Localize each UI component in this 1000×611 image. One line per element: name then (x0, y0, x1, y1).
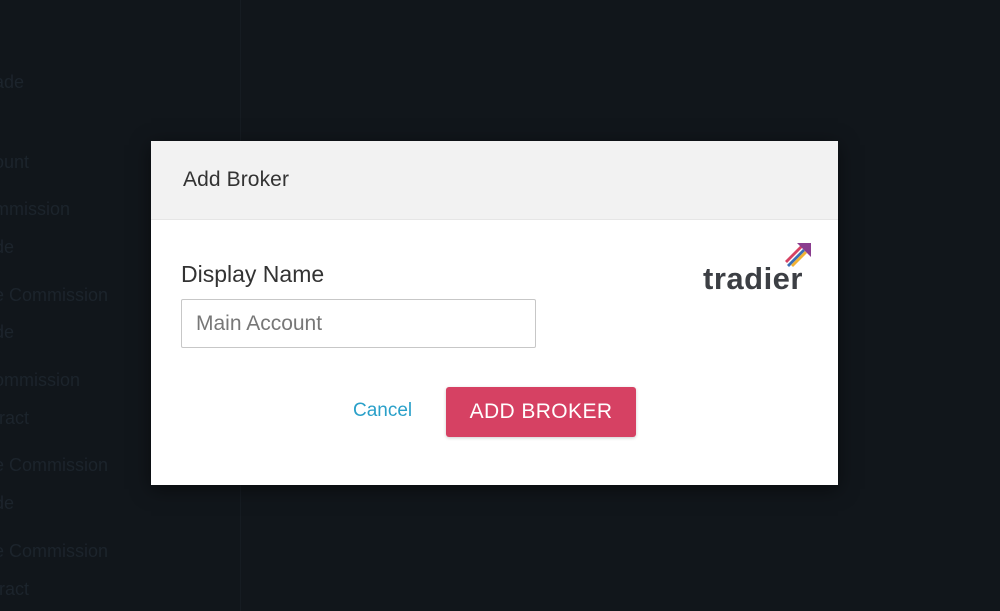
background-sidebar-item: de (0, 237, 15, 257)
dialog-title: Add Broker (183, 168, 290, 191)
background-sidebar-item: tract (0, 579, 30, 599)
tradier-logo-text: tradier (703, 261, 803, 296)
background-sidebar-item: tract (0, 408, 30, 428)
display-name-label: Display Name (181, 261, 325, 287)
tradier-logo: tradier (703, 241, 817, 297)
background-sidebar-item: mmission (0, 199, 71, 219)
background-sidebar-item: e Commission (0, 541, 109, 561)
display-name-input[interactable] (181, 299, 536, 348)
background-sidebar-item: de (0, 493, 15, 513)
background-sidebar-item: ade (0, 72, 25, 92)
cancel-button[interactable]: Cancel (343, 393, 422, 429)
background-sidebar-item: de (0, 322, 15, 342)
background-sidebar-item: ommission (0, 370, 81, 390)
dialog-header: Add Broker (151, 141, 838, 220)
background-sidebar-item: ount (0, 152, 30, 172)
background-sidebar-item: e Commission (0, 285, 109, 305)
background-sidebar-item: e Commission (0, 455, 109, 475)
add-broker-dialog: Add Broker Display Name tradier Cancel A… (151, 141, 838, 485)
add-broker-button[interactable]: ADD BROKER (446, 387, 636, 437)
